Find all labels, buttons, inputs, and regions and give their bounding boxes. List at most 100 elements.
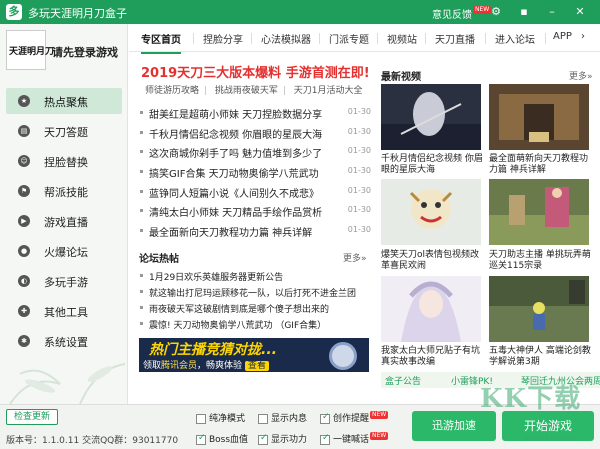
title-bar: 多 多玩天涯明月刀盒子 意见反馈NEW ⚙ ▪ – ✕ [0,0,600,24]
video-caption[interactable]: 爆笑天刀ol表情包视频改革喜民欢闹 [381,250,485,272]
tab-separator [251,33,252,44]
minimize-icon[interactable]: – [544,4,560,20]
video-caption[interactable]: 最全面萌新向天刀教程功力篇 神兵详解 [489,154,593,176]
tab-separator [319,33,320,44]
tab-sect-topics[interactable]: 门派专题 [329,31,369,46]
tab-forum[interactable]: 进入论坛 [495,31,535,46]
sublink[interactable]: 挑战雨夜破天军 [215,86,278,96]
video-thumbnail[interactable] [381,276,481,342]
sidebar-item-mobile-game[interactable]: ◐ 多玩手游 [6,268,122,294]
banner-subline: 领取腾讯会员，畅爽体验 查看 [143,358,269,371]
news-item[interactable]: 搞笑GIF合集 天刀动物奥偷学八荒武功 01-30 [139,162,371,182]
sublink[interactable]: 师徒游历攻略 [145,86,199,96]
tab-separator [425,33,426,44]
checkbox-box [320,433,330,445]
news-list: 甜美红是超萌小师妹 天刀捏脸数据分享 01-30 千秋月情侣纪念视频 你眉眼的星辰… [139,103,371,241]
star-icon: ★ [18,95,30,107]
one-click-shout-checkbox[interactable]: 一键喊话NEW [320,432,389,445]
forum-post[interactable]: 雨夜破天军这破剧情到底是哪个傻子想出来的 [139,300,371,316]
video-thumbnail[interactable] [381,179,481,245]
video-caption[interactable]: 我家太白大师兄贴子有坑 真实故事改编 [381,346,485,368]
pure-mode-checkbox[interactable]: 纯净模式 [196,411,245,424]
news-item[interactable]: 千秋月情侣纪念视频 你眉眼的星辰大海 01-30 [139,123,371,143]
forum-post[interactable]: 1月29日欢乐英雄服务器更新公告 [139,268,371,284]
live-icon: ▶ [18,215,30,227]
face-icon: ☺ [18,155,30,167]
login-prompt[interactable]: 请先登录游戏 [52,44,118,60]
ticker-item[interactable]: 盒子公告 [385,374,421,387]
sublink[interactable]: 天刀1月活动大全 [294,86,363,96]
tab-live[interactable]: 天刀直播 [435,31,475,46]
watermark-url: www.kkx.net [524,434,576,443]
tab-scroll-right-icon[interactable]: › [581,31,585,42]
checkbox-box [320,412,330,424]
news-item[interactable]: 甜美红是超萌小师妹 天刀捏脸数据分享 01-30 [139,103,371,123]
forum-post[interactable]: 就这输出打尼玛运顾移花一队，以后打死不进金兰团 [139,284,371,300]
show-inner-breath-checkbox[interactable]: 显示内息 [258,411,307,424]
show-power-checkbox[interactable]: 显示功力 [258,432,307,445]
quiz-icon: ▤ [18,125,30,137]
user-panel[interactable]: 天涯明月刀 请先登录游戏 [6,30,124,78]
app-logo-icon: 多 [6,4,22,20]
promo-banner[interactable]: 热门主播竞猜对拢... 领取腾讯会员，畅爽体验 查看 [139,338,369,372]
news-item[interactable]: 最全面新向天刀教程功力篇 神兵详解 01-30 [139,221,371,241]
sidebar-item-guild-skill[interactable]: ⚑ 帮派技能 [6,178,122,204]
tab-app[interactable]: APP [553,31,572,42]
new-badge: NEW [370,411,389,419]
tab-video-site[interactable]: 视频站 [387,31,417,46]
videos-section-title: 最新视频 [381,72,421,83]
videos-more-link[interactable]: 更多» [569,69,593,82]
main-panel: 专区首页 捏脸分享 心法模拟器 门派专题 视频站 天刀直播 进入论坛 APP ›… [129,24,600,404]
tab-separator [545,33,546,44]
news-item[interactable]: 这次商城你剁手了吗 魅力值堆到多少了 01-30 [139,142,371,162]
accelerate-button[interactable]: 迅游加速 [412,411,496,441]
guild-skill-icon: ⚑ [18,185,30,197]
feedback-link[interactable]: 意见反馈NEW [432,6,492,21]
checkbox-box [196,433,206,445]
forum-more-link[interactable]: 更多» [343,251,367,264]
boss-hp-checkbox[interactable]: Boss血值 [196,432,248,445]
new-badge: NEW [370,432,389,440]
mobile-game-icon: ◐ [18,275,30,287]
tab-separator [485,33,486,44]
video-thumbnail[interactable] [489,276,589,342]
watermark-text: KK下载 [480,384,582,414]
settings-gear-icon[interactable]: ⚙ [488,4,504,20]
skin-icon[interactable]: ▪ [516,4,532,20]
video-thumbnail[interactable] [489,84,589,150]
tab-skill-simulator[interactable]: 心法模拟器 [261,31,311,46]
sidebar-item-quiz[interactable]: ▤ 天刀答题 [6,118,122,144]
tab-separator [377,33,378,44]
headline-link[interactable]: 2019天刀三大版本爆料 手游首测在即! [141,62,370,81]
sidebar-item-face[interactable]: ☺ 捏脸替换 [6,148,122,174]
forum-post[interactable]: 震惊! 天刀动物奥偷学八荒武功 （GIF合集） [139,316,371,332]
video-caption[interactable]: 千秋月情侣纪念视频 你眉眼的星辰大海 [381,154,485,176]
video-caption[interactable]: 五毒大神伊人 高端论剑教学解说第3期 [489,346,593,368]
sublinks: 师徒游历攻略 挑战雨夜破天军 天刀1月活动大全 [145,83,369,96]
video-caption[interactable]: 天刀助志主播 单挑玩弄萌巡关115宗录 [489,250,593,272]
creation-reminder-checkbox[interactable]: 创作提醒NEW [320,411,389,424]
close-icon[interactable]: ✕ [572,4,588,20]
game-logo-text: 天涯明月刀 [9,47,55,57]
tab-face-share[interactable]: 捏脸分享 [203,31,243,46]
sidebar-item-hotspot[interactable]: ★ 热点聚焦 [6,88,122,114]
banner-view-tag: 查看 [244,361,269,371]
tab-home[interactable]: 专区首页 [141,31,181,54]
banner-title: 热门主播竞猜对拢... [149,342,277,358]
news-item[interactable]: 蓝铮同人短篇小说《人间别久不成悲》 01-30 [139,182,371,202]
check-update-button[interactable]: 检查更新 [6,409,58,425]
tab-separator [193,33,194,44]
sidebar-item-forum[interactable]: ● 火爆论坛 [6,238,122,264]
tab-bar: 专区首页 捏脸分享 心法模拟器 门派专题 视频站 天刀直播 进入论坛 APP › [129,24,600,54]
forum-icon: ● [18,245,30,257]
disc-icon [329,342,357,370]
checkbox-box [196,413,206,424]
video-thumbnail[interactable] [381,84,481,150]
sidebar-item-live[interactable]: ▶ 游戏直播 [6,208,122,234]
news-item[interactable]: 清纯太白小师妹 天刀精品手绘作品赏析 01-30 [139,201,371,221]
sidebar: 天涯明月刀 请先登录游戏 ★ 热点聚焦 ▤ 天刀答题 ☺ 捏脸替换 ⚑ 帮派技能 ▶ 游戏… [0,24,128,404]
checkbox-box [258,433,268,445]
avatar[interactable]: 天涯明月刀 [6,30,54,70]
checkbox-box [258,413,268,424]
video-thumbnail[interactable] [489,179,589,245]
